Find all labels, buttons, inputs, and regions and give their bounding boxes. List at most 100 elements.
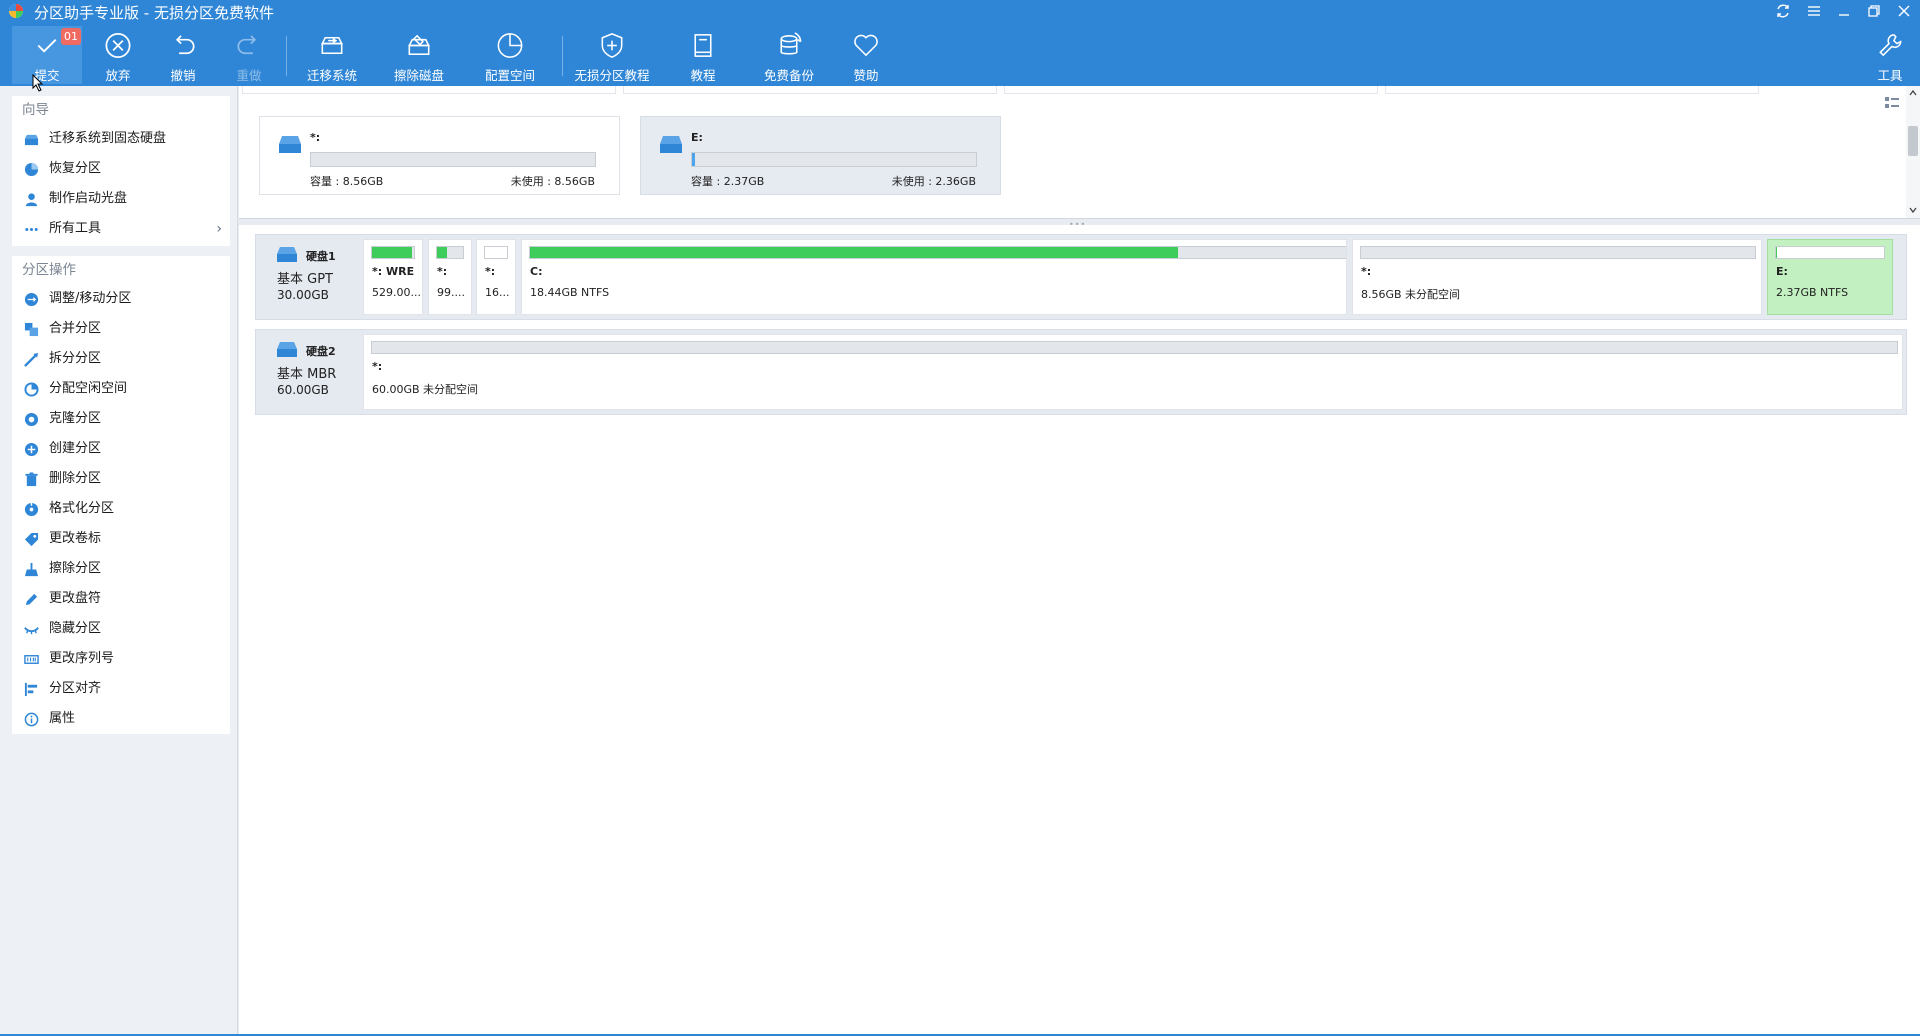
vertical-scrollbar[interactable] xyxy=(1906,86,1920,218)
book-icon xyxy=(694,34,712,57)
scroll-up-icon[interactable] xyxy=(1908,88,1918,98)
sidebar-item-label: 更改卷标 xyxy=(49,531,102,546)
usage-bar xyxy=(484,246,508,259)
migrate-system-button[interactable]: 迁移系统 xyxy=(292,26,372,84)
disk-type: 基本 GPT xyxy=(277,272,333,287)
discard-icon xyxy=(105,33,131,58)
partition-card[interactable]: E: 容量 : 2.37GB 未使用 : 2.36GB xyxy=(640,116,1001,195)
usage-fill xyxy=(692,153,695,166)
usage-bar xyxy=(1775,246,1885,259)
align-icon xyxy=(24,682,38,697)
disk-size: 30.00GB xyxy=(277,288,329,302)
menu-button[interactable] xyxy=(1799,0,1829,22)
minimize-button[interactable] xyxy=(1829,0,1859,22)
migrate-system-label: 迁移系统 xyxy=(306,68,357,83)
sidebar-item-label: 分区对齐 xyxy=(49,681,102,696)
wipe-disk-button[interactable]: 擦除磁盘 xyxy=(379,26,459,84)
usage-fill xyxy=(372,247,412,258)
restore-button[interactable] xyxy=(1859,0,1889,22)
sidebar-item-delete[interactable]: 删除分区 xyxy=(12,464,230,494)
sidebar-item-properties[interactable]: 属性 xyxy=(12,704,230,734)
partition-desc: 99.... xyxy=(437,286,465,299)
redo-button[interactable]: 重做 xyxy=(209,26,289,84)
sidebar-item-create[interactable]: 创建分区 xyxy=(12,434,230,464)
partition-operations-panel: 分区操作 调整/移动分区 合并分区 拆分分区 分配空闲空间 克隆分区 创建分区 … xyxy=(12,256,230,734)
toolbar-region: 分区助手专业版 - 无损分区免费软件 提交 01 放弃 撤销 重做 迁移系统 擦… xyxy=(0,0,1920,86)
sidebar-item-change-label[interactable]: 更改卷标 xyxy=(12,524,230,554)
partition-name: *: WRE xyxy=(372,265,415,278)
partition-block[interactable]: *: 60.00GB 未分配空间 xyxy=(363,334,1903,410)
tag-icon xyxy=(24,532,39,547)
tutorial-button[interactable]: 教程 xyxy=(663,26,743,84)
partition-card[interactable]: *: 容量 : 8.56GB 未使用 : 8.56GB xyxy=(259,116,620,195)
sidebar-item-wipe[interactable]: 擦除分区 xyxy=(12,554,230,584)
usage-bar xyxy=(310,152,596,167)
disk-row[interactable]: 硬盘1 基本 GPT 30.00GB *: WRE 529.00... *: 9… xyxy=(255,234,1907,320)
pencil-icon xyxy=(25,593,38,606)
sidebar-item-format[interactable]: 格式化分区 xyxy=(12,494,230,524)
free-backup-button[interactable]: 免费备份 xyxy=(749,26,829,84)
usage-bar xyxy=(371,246,415,259)
operations-heading: 分区操作 xyxy=(22,262,76,278)
usage-bar xyxy=(436,246,464,259)
disk-row[interactable]: 硬盘2 基本 MBR 60.00GB *: 60.00GB 未分配空间 xyxy=(255,329,1907,415)
scroll-down-icon[interactable] xyxy=(1908,205,1918,215)
tools-button[interactable]: 工具 xyxy=(1850,26,1920,84)
sidebar-item-align[interactable]: 分区对齐 xyxy=(12,674,230,704)
sidebar-item-label: 更改盘符 xyxy=(49,591,102,606)
partition-block[interactable]: *: 16... xyxy=(476,239,516,315)
sidebar-item-label: 删除分区 xyxy=(49,471,102,486)
lossless-tutorial-button[interactable]: 无损分区教程 xyxy=(572,26,652,84)
migrate-system-icon xyxy=(321,36,343,55)
partition-name: *: xyxy=(372,360,383,373)
allocate-space-button[interactable]: 配置空间 xyxy=(470,26,550,84)
card-strip xyxy=(1385,86,1759,94)
partition-icon xyxy=(660,136,682,153)
tools-label: 工具 xyxy=(1877,68,1903,83)
sidebar-item-label: 恢复分区 xyxy=(49,161,102,176)
partition-block[interactable]: *: WRE 529.00... xyxy=(363,239,423,315)
close-button[interactable] xyxy=(1889,0,1919,22)
sidebar-item-hide[interactable]: 隐藏分区 xyxy=(12,614,230,644)
sidebar-item-clone[interactable]: 克隆分区 xyxy=(12,404,230,434)
info-icon xyxy=(24,712,39,727)
sidebar-item-split[interactable]: 拆分分区 xyxy=(12,344,230,374)
sidebar-item-change-drive-letter[interactable]: 更改盘符 xyxy=(12,584,230,614)
wrench-icon xyxy=(1879,34,1902,57)
partition-name: *: xyxy=(485,265,496,278)
partition-block[interactable]: C: 18.44GB NTFS xyxy=(521,239,1347,315)
pane-splitter[interactable]: ••• xyxy=(239,219,1920,229)
card-strip xyxy=(623,86,997,94)
disk-info: 硬盘2 基本 MBR 60.00GB xyxy=(256,330,354,414)
partition-block[interactable]: *: 8.56GB 未分配空间 xyxy=(1352,239,1762,315)
redo-label: 重做 xyxy=(236,68,262,83)
window-title: 分区助手专业版 - 无损分区免费软件 xyxy=(34,4,274,22)
restore-icon xyxy=(1868,5,1880,17)
sponsor-button[interactable]: 赞助 xyxy=(826,26,906,84)
sidebar-item-resize-move[interactable]: 调整/移动分区 xyxy=(12,284,230,314)
boot-disc-icon xyxy=(25,193,38,207)
sidebar-item-change-serial[interactable]: 更改序列号 xyxy=(12,644,230,674)
partition-block[interactable]: *: 99.... xyxy=(428,239,472,315)
sidebar-item-migrate-os-to-ssd[interactable]: 迁移系统到固态硬盘 xyxy=(12,124,230,154)
sidebar-item-allocate-free-space[interactable]: 分配空闲空间 xyxy=(12,374,230,404)
view-toggle-icon[interactable] xyxy=(1884,95,1900,111)
partition-desc: 18.44GB NTFS xyxy=(530,286,610,299)
sidebar-item-label: 拆分分区 xyxy=(49,351,102,366)
mouse-cursor-icon xyxy=(32,74,44,92)
sidebar-item-label: 创建分区 xyxy=(49,441,102,456)
refresh-button[interactable] xyxy=(1768,0,1798,22)
format-icon xyxy=(24,502,39,517)
sidebar-item-label: 调整/移动分区 xyxy=(49,291,132,306)
sidebar-item-merge[interactable]: 合并分区 xyxy=(12,314,230,344)
partition-block[interactable]: E: 2.37GB NTFS xyxy=(1767,239,1893,315)
check-icon xyxy=(37,39,57,53)
sidebar-item-label: 克隆分区 xyxy=(49,411,102,426)
scroll-thumb[interactable] xyxy=(1908,126,1918,156)
sidebar-item-all-tools[interactable]: 所有工具 › xyxy=(12,214,230,244)
sidebar-item-recover-partition[interactable]: 恢复分区 xyxy=(12,154,230,184)
backup-icon xyxy=(780,32,802,55)
hard-disk-icon xyxy=(277,247,297,262)
sidebar-item-make-boot-disc[interactable]: 制作启动光盘 xyxy=(12,184,230,214)
partition-desc: 60.00GB 未分配空间 xyxy=(372,383,479,396)
